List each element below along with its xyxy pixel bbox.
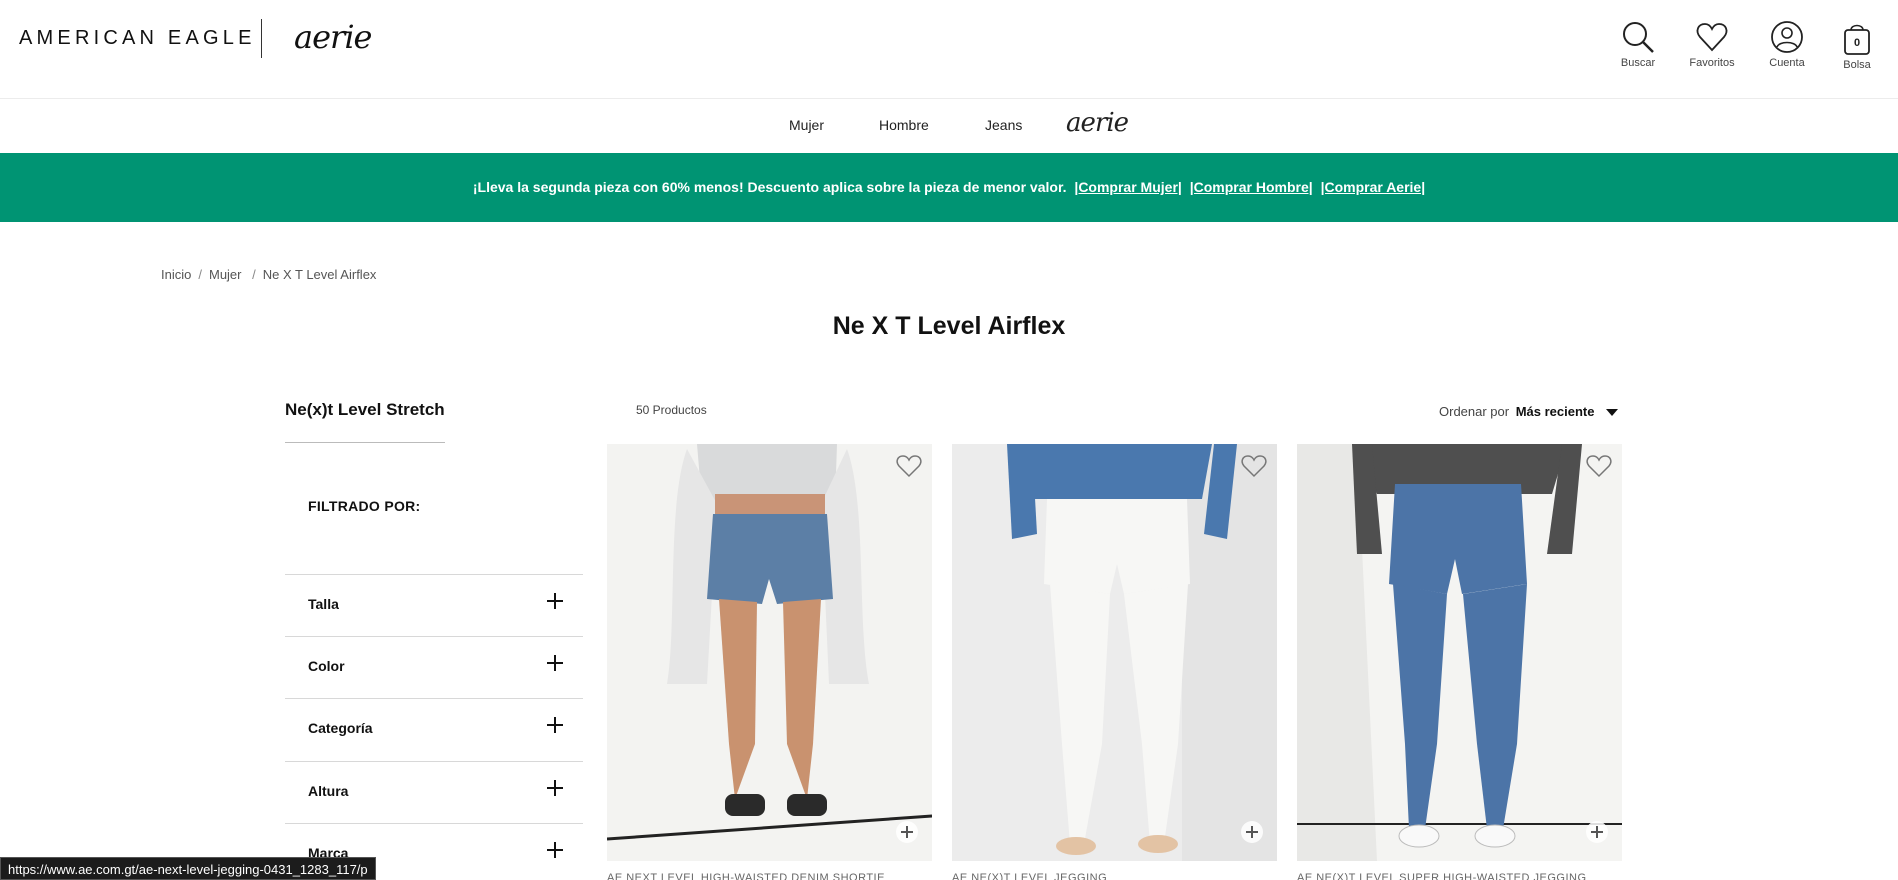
- heart-icon[interactable]: [1586, 454, 1612, 478]
- breadcrumb-inicio[interactable]: Inicio: [161, 267, 191, 282]
- product-name[interactable]: AE NE(X)T LEVEL SUPER HIGH-WAISTED JEGGI…: [1297, 872, 1622, 880]
- aerie-logo[interactable]: aerie: [294, 18, 372, 56]
- promo-link-mujer[interactable]: |Comprar Mujer|: [1074, 179, 1181, 195]
- promo-text: ¡Lleva la segunda pieza con 60% menos! D…: [472, 179, 1067, 195]
- favorites-button[interactable]: Favoritos: [1677, 20, 1747, 69]
- breadcrumb-separator: /: [248, 267, 256, 282]
- facet-label: Talla: [308, 596, 339, 612]
- promo-banner: ¡Lleva la segunda pieza con 60% menos! D…: [0, 153, 1898, 222]
- link-status-url: https://www.ae.com.gt/ae-next-level-jegg…: [0, 857, 376, 880]
- product-count: 50 Productos: [636, 403, 707, 417]
- nav-item-jeans[interactable]: Jeans: [985, 117, 1022, 133]
- expand-plus-icon[interactable]: [547, 780, 563, 796]
- expand-plus-icon[interactable]: [547, 842, 563, 858]
- sort-label: Ordenar por: [1439, 404, 1510, 419]
- sort-value: Más reciente: [1515, 404, 1595, 419]
- nav-item-hombre[interactable]: Hombre: [879, 117, 929, 133]
- bag-label: Bolsa: [1843, 59, 1871, 71]
- heart-icon[interactable]: [896, 454, 922, 478]
- category-title[interactable]: Ne(x)t Level Stretch: [285, 400, 445, 420]
- favorites-label: Favoritos: [1689, 57, 1735, 69]
- promo-link-aerie[interactable]: |Comprar Aerie|: [1321, 179, 1426, 195]
- expand-plus-icon[interactable]: [547, 593, 563, 609]
- main-nav: Mujer Hombre Jeans aerie: [0, 99, 1898, 153]
- filter-heading: FILTRADO POR:: [308, 498, 421, 514]
- facet-label: Color: [308, 658, 345, 674]
- expand-plus-icon[interactable]: [547, 655, 563, 671]
- page-title: Ne X T Level Airflex: [832, 312, 1066, 340]
- breadcrumb: Inicio / Mujer / Ne X T Level Airflex: [161, 267, 376, 282]
- product-image[interactable]: [952, 444, 1277, 861]
- promo-link-hombre[interactable]: |Comprar Hombre|: [1190, 179, 1313, 195]
- heart-icon[interactable]: [1241, 454, 1267, 478]
- account-button[interactable]: Cuenta: [1752, 20, 1822, 69]
- category-divider: [285, 442, 445, 443]
- sort-dropdown[interactable]: Ordenar por Más reciente: [1439, 404, 1619, 419]
- facet-label: Altura: [308, 783, 349, 799]
- product-card[interactable]: [952, 444, 1277, 861]
- heart-icon: [1696, 23, 1728, 52]
- product-image[interactable]: [1297, 444, 1622, 861]
- quick-add-plus-icon[interactable]: [1241, 821, 1263, 843]
- site-header: AMERICAN EAGLE aerie Buscar Favoritos Cu…: [0, 0, 1898, 99]
- quick-add-plus-icon[interactable]: [1586, 821, 1608, 843]
- account-label: Cuenta: [1769, 57, 1805, 69]
- breadcrumb-current: Ne X T Level Airflex: [262, 267, 377, 282]
- bag-count: 0: [1854, 37, 1860, 49]
- product-image[interactable]: [607, 444, 932, 861]
- expand-plus-icon[interactable]: [547, 717, 563, 733]
- breadcrumb-mujer[interactable]: Mujer: [209, 267, 242, 282]
- bag-icon: 0: [1844, 24, 1870, 55]
- quick-add-plus-icon[interactable]: [896, 821, 918, 843]
- bag-button[interactable]: 0 Bolsa: [1822, 20, 1892, 71]
- account-icon: [1771, 21, 1803, 53]
- facet-label: Categoría: [308, 720, 373, 736]
- search-button[interactable]: Buscar: [1603, 20, 1673, 69]
- search-icon: [1623, 22, 1654, 53]
- facet-talla[interactable]: Talla: [285, 574, 583, 636]
- facet-altura[interactable]: Altura: [285, 761, 583, 823]
- nav-item-aerie[interactable]: aerie: [1066, 108, 1129, 138]
- product-card[interactable]: [607, 444, 932, 861]
- facet-categoria[interactable]: Categoría: [285, 698, 583, 760]
- caret-down-icon: [1606, 409, 1619, 417]
- product-name[interactable]: AE NEXT LEVEL HIGH-WAISTED DENIM SHORTIE: [607, 872, 932, 880]
- product-card[interactable]: [1297, 444, 1622, 861]
- american-eagle-logo[interactable]: AMERICAN EAGLE: [19, 27, 256, 50]
- breadcrumb-separator: /: [198, 267, 202, 282]
- nav-item-mujer[interactable]: Mujer: [789, 117, 824, 133]
- product-name[interactable]: AE NE(X)T LEVEL JEGGING: [952, 872, 1277, 880]
- search-label: Buscar: [1620, 57, 1656, 69]
- logo-divider: [261, 19, 262, 58]
- facet-color[interactable]: Color: [285, 636, 583, 698]
